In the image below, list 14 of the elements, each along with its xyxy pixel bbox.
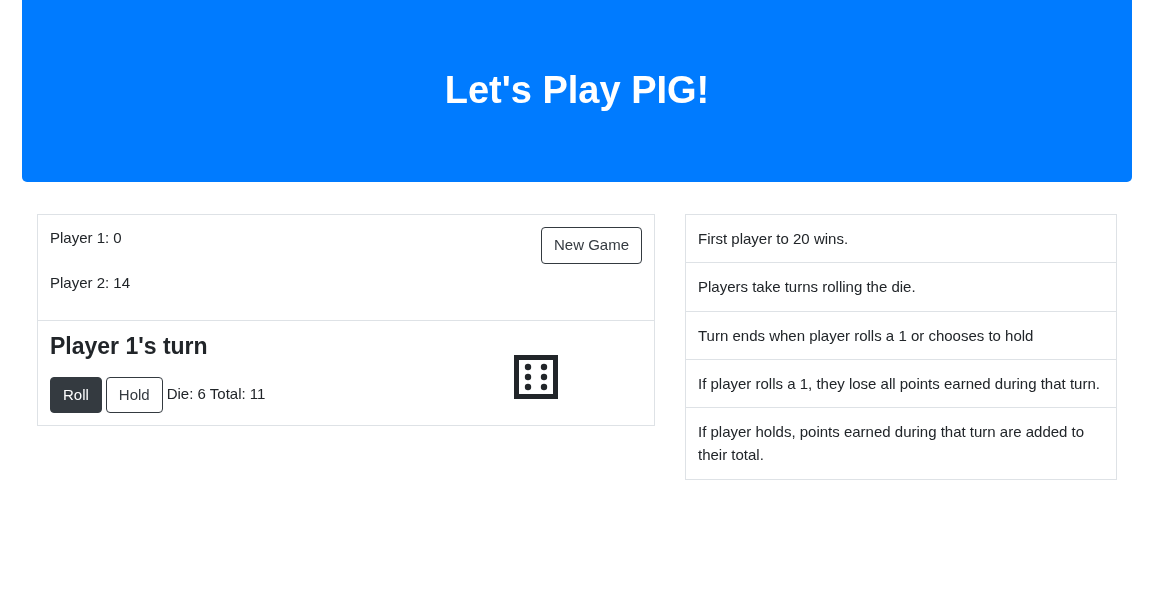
die-status: Die: 6 Total: 11 [166,383,266,404]
rule-item: Players take turns rolling the die. [685,263,1117,312]
player-score: Player 1: 0 [50,228,123,248]
die-icon [514,355,558,399]
roll-button[interactable]: Roll [50,376,102,414]
rule-item: First player to 20 wins. [685,214,1117,264]
hold-button[interactable]: Hold [105,376,163,414]
rule-item: If player rolls a 1, they lose all points earned during that turn. [685,359,1117,408]
page-title: Let's Play PIG! [444,68,710,114]
rule-item: Turn ends when player rolls a 1 or chooses to hold [685,311,1117,360]
new-game-button[interactable]: New Game [540,227,642,264]
rule-item: If player holds, points earned during that turn are added to their total. [685,408,1117,480]
turn-heading: Player 1's turn [50,333,209,361]
player-score: Player 2: 14 [50,272,131,293]
